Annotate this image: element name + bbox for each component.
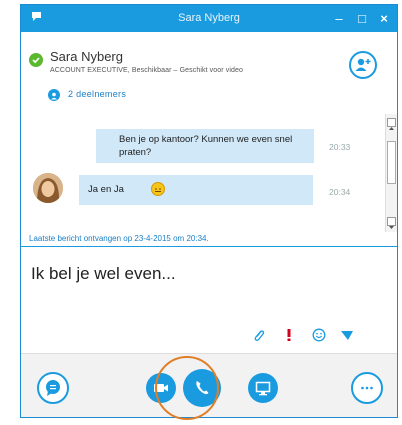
emoticon-picker-icon[interactable] bbox=[312, 328, 326, 342]
message-time-2: 20:34 bbox=[329, 187, 351, 197]
send-icon[interactable] bbox=[340, 328, 354, 342]
message-text-2: Ja en Ja bbox=[88, 184, 124, 195]
monitor-icon bbox=[255, 381, 271, 396]
add-person-icon bbox=[355, 58, 371, 71]
participants-link[interactable]: 2 deelnemers bbox=[68, 89, 126, 99]
conversation-scrollbar[interactable] bbox=[385, 114, 397, 232]
message-text-1: Ben je op kantoor? Kunnen we even snel p… bbox=[119, 134, 293, 158]
message-bubble-2: Ja en Ja bbox=[79, 175, 313, 205]
add-participant-button[interactable] bbox=[349, 51, 377, 79]
participants-icon bbox=[48, 89, 60, 101]
contact-name: Sara Nyberg bbox=[50, 49, 123, 64]
call-button-highlight bbox=[155, 356, 219, 420]
conversation-history: Ben je op kantoor? Kunnen we even snel p… bbox=[21, 114, 384, 232]
scrollbar-thumb[interactable] bbox=[387, 141, 396, 184]
avatar bbox=[33, 173, 63, 203]
minimize-button[interactable]: – bbox=[329, 5, 349, 32]
last-message-notice: Laatste bericht ontvangen op 23-4-2015 o… bbox=[29, 234, 209, 243]
share-screen-button[interactable] bbox=[248, 373, 278, 403]
scroll-up-icon bbox=[389, 127, 394, 130]
more-options-button[interactable] bbox=[351, 372, 383, 404]
im-button[interactable] bbox=[37, 372, 69, 404]
contact-status: ACCOUNT EXECUTIVE, Beschikbaar – Geschik… bbox=[50, 67, 243, 74]
message-bubble-incoming-1: Ben je op kantoor? Kunnen we even snel p… bbox=[96, 129, 314, 163]
message-time-1: 20:33 bbox=[329, 142, 351, 152]
scroll-up-button[interactable] bbox=[387, 118, 396, 130]
smiley-emoticon-icon bbox=[151, 182, 165, 196]
maximize-button[interactable]: □ bbox=[352, 5, 372, 32]
chat-bubble-icon bbox=[46, 380, 60, 396]
scroll-down-icon bbox=[389, 226, 394, 229]
conversation-window: Sara Nyberg – □ × Sara Nyberg ACCOUNT EX… bbox=[20, 4, 398, 418]
ellipsis-icon bbox=[361, 386, 373, 390]
presence-available-icon bbox=[29, 53, 43, 67]
importance-icon[interactable] bbox=[284, 328, 294, 342]
close-button[interactable]: × bbox=[374, 5, 394, 32]
attachment-icon[interactable] bbox=[252, 328, 266, 342]
title-bar: Sara Nyberg – □ × bbox=[21, 5, 397, 32]
scroll-down-button[interactable] bbox=[387, 217, 396, 229]
message-input-text: Ik bel je wel even... bbox=[31, 264, 176, 283]
